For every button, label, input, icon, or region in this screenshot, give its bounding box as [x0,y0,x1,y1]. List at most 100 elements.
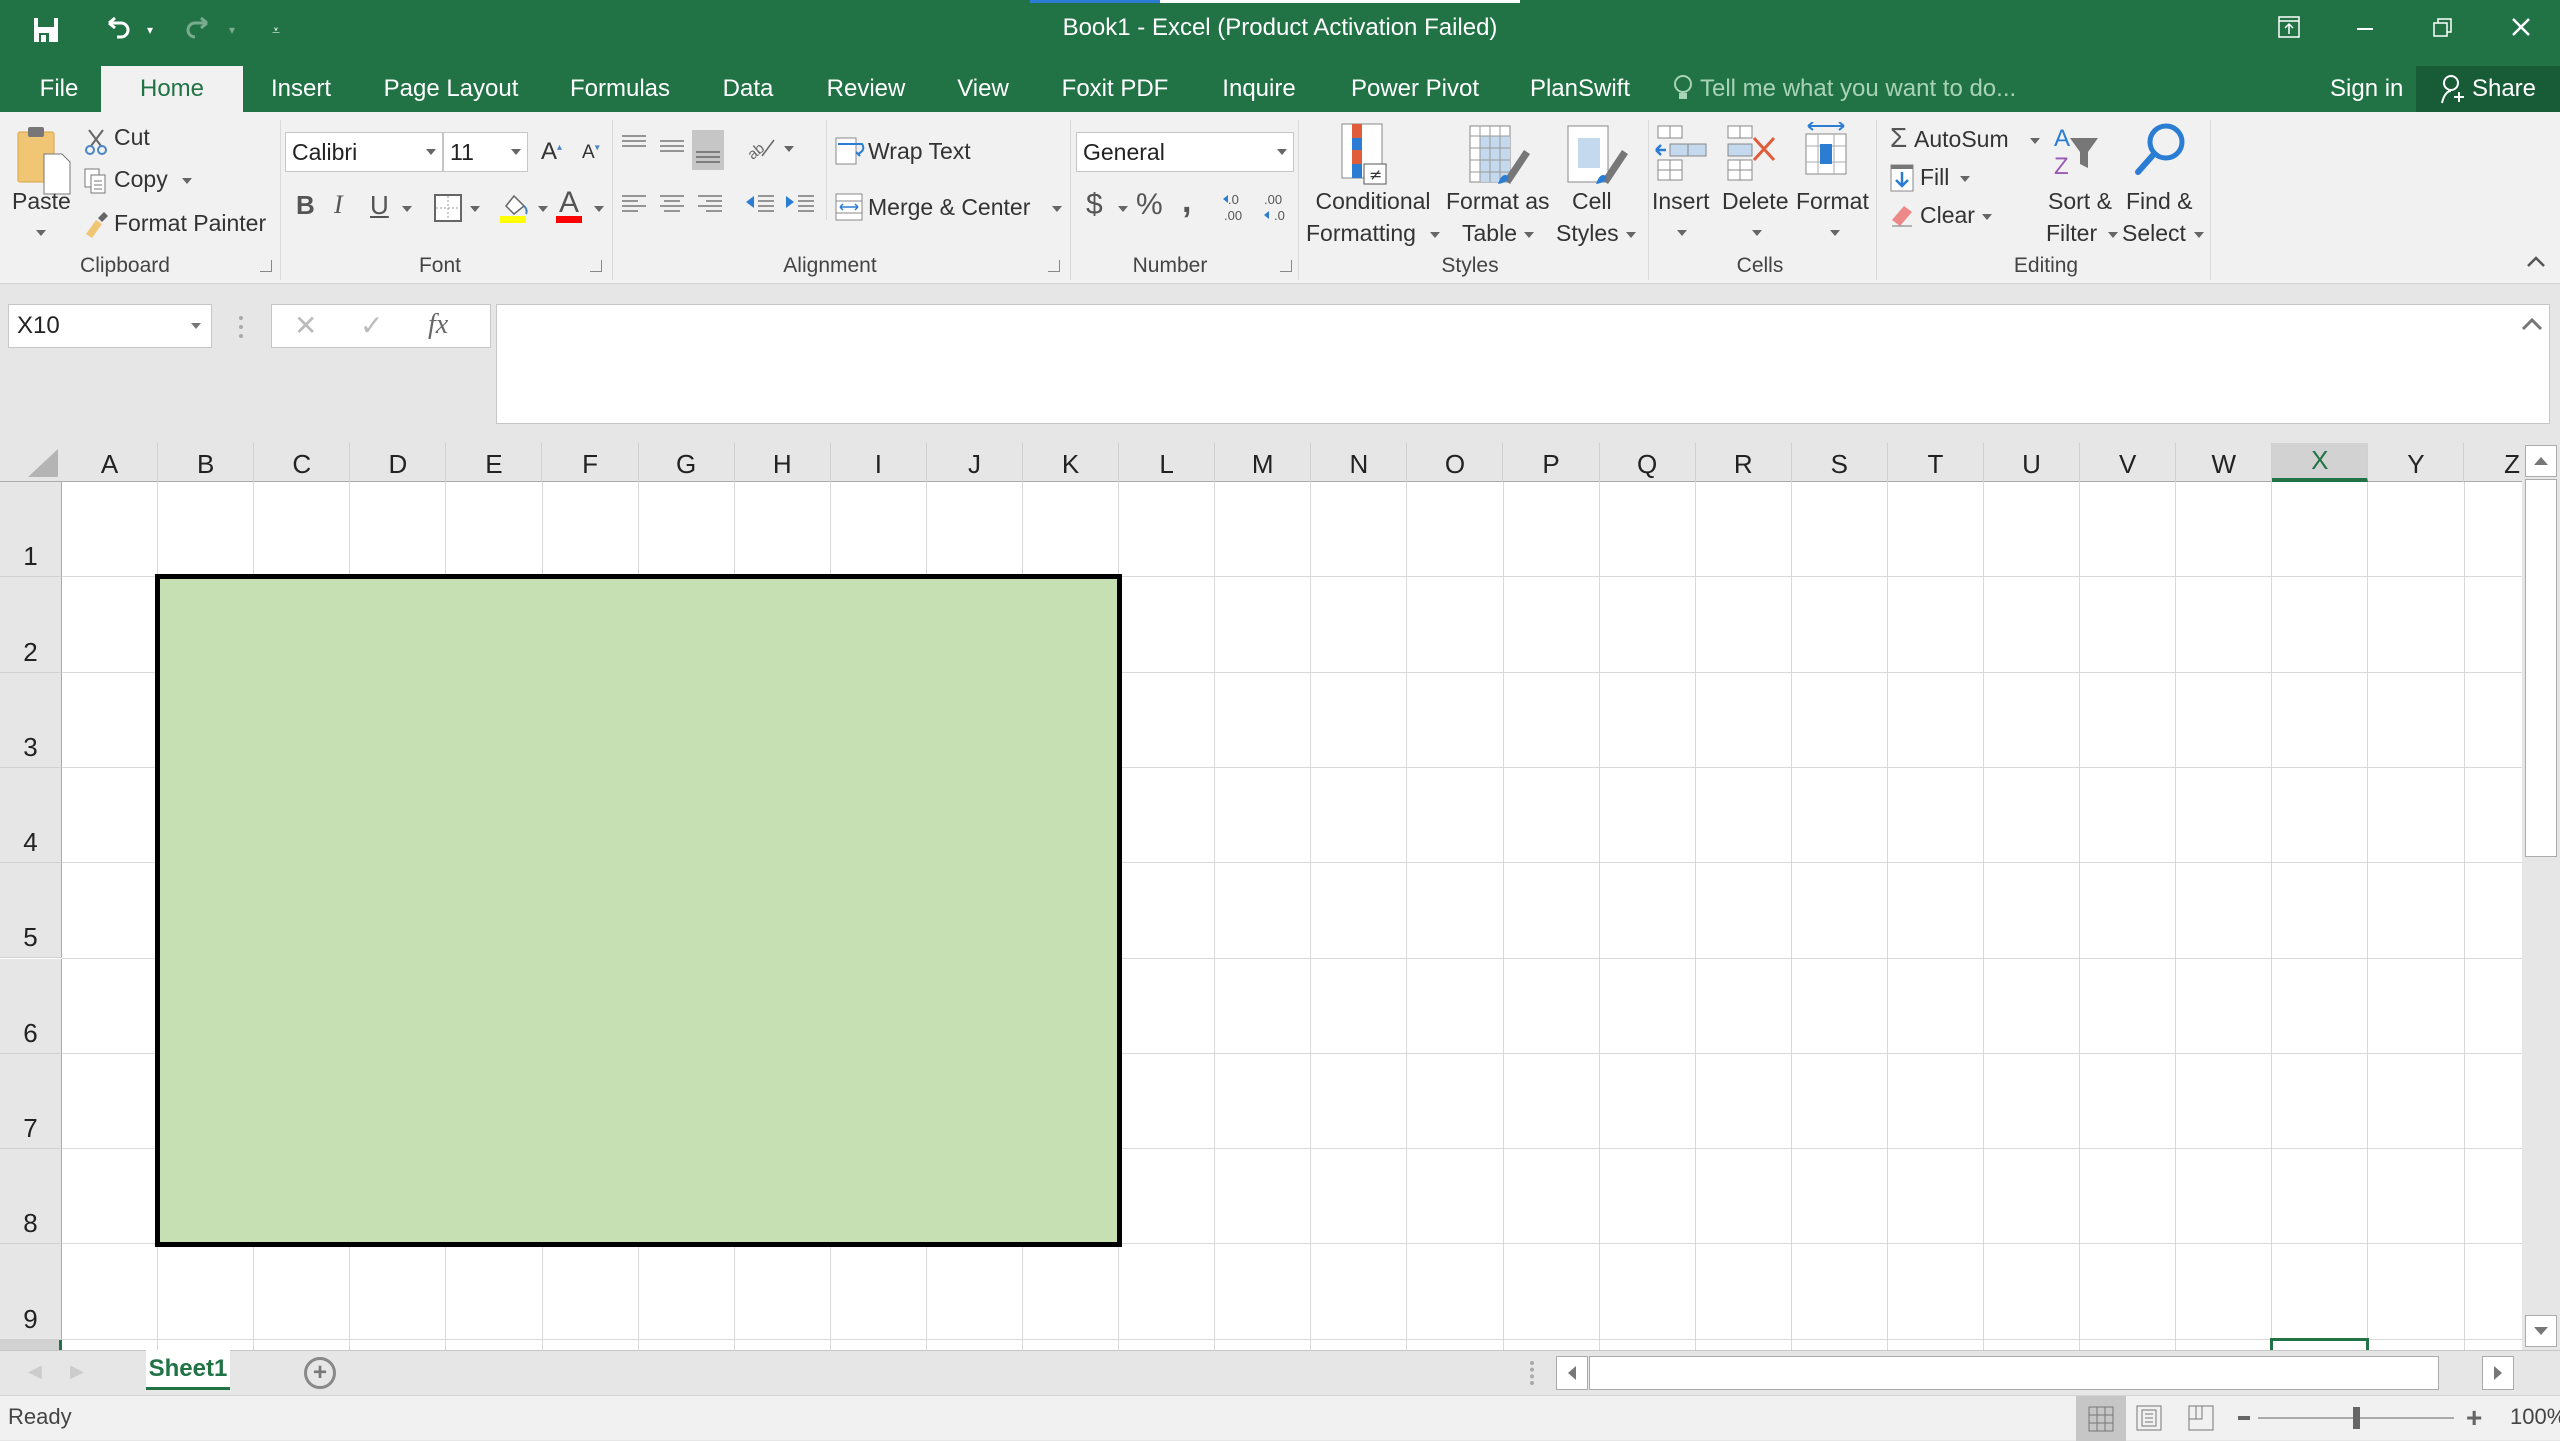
tab-formulas[interactable]: Formulas [554,66,686,112]
tab-view[interactable]: View [940,66,1026,112]
select-all-button[interactable] [0,443,62,482]
increase-indent-button[interactable] [784,190,816,223]
restore-button[interactable] [2404,0,2482,54]
insert-function-button[interactable]: fx [428,309,448,341]
scroll-down-button[interactable] [2525,1315,2557,1347]
zoom-level[interactable]: 100% [2510,1404,2560,1430]
normal-view-button[interactable] [2076,1396,2126,1441]
zoom-in-button[interactable]: + [2466,1404,2482,1432]
zoom-slider-thumb[interactable] [2353,1407,2360,1429]
comma-style-button[interactable]: , [1182,182,1191,221]
column-header-t[interactable]: T [1888,443,1984,482]
page-layout-view-button[interactable] [2136,1405,2162,1436]
insert-cells-label[interactable]: Insert [1652,188,1710,215]
bold-button[interactable]: B [296,190,315,221]
underline-button[interactable]: U [370,190,389,221]
column-header-u[interactable]: U [1984,443,2081,482]
row-header-9[interactable]: 9 [0,1244,62,1340]
cell-styles-label-2[interactable]: Styles [1556,220,1619,247]
filled-range-b2-k8[interactable] [155,574,1123,1248]
sort-filter-button[interactable]: AZ [2054,124,2102,187]
find-select-button[interactable] [2132,120,2188,185]
format-cells-label[interactable]: Format [1796,188,1869,215]
minimize-button[interactable] [2326,0,2404,54]
row-header-4[interactable]: 4 [0,767,62,864]
vertical-scrollbar[interactable] [2522,443,2560,1350]
enter-formula-button[interactable]: ✓ [360,309,383,342]
format-as-table-button[interactable] [1468,124,1532,191]
column-header-k[interactable]: K [1023,443,1120,482]
sort-filter-label-1[interactable]: Sort & [2048,188,2112,215]
find-select-dropdown[interactable] [2194,232,2204,238]
increase-decimal-button[interactable]: .0.00 [1222,190,1254,229]
sign-in-link[interactable]: Sign in [2330,66,2403,112]
sort-filter-label-2[interactable]: Filter [2046,220,2097,247]
decrease-indent-button[interactable] [744,190,776,223]
column-header-y[interactable]: Y [2368,443,2465,482]
previous-sheet-button[interactable]: ◀ [28,1361,42,1382]
zoom-slider[interactable] [2258,1407,2454,1429]
row-header-1[interactable]: 1 [0,482,62,578]
conditional-formatting-label-2[interactable]: Formatting [1306,220,1416,247]
row-header-6[interactable]: 6 [0,958,62,1054]
decrease-font-size-button[interactable]: A▾ [582,142,600,164]
vertical-scroll-thumb[interactable] [2525,479,2557,857]
column-header-f[interactable]: F [543,443,639,482]
decrease-decimal-button[interactable]: .00.0 [1262,190,1294,229]
scroll-up-button[interactable] [2525,445,2557,477]
column-header-g[interactable]: G [639,443,735,482]
tab-review[interactable]: Review [814,66,918,112]
column-header-z[interactable]: Z [2465,443,2523,482]
clipboard-dialog-launcher[interactable] [260,260,272,272]
horizontal-scroll-thumb[interactable] [1589,1356,2439,1390]
fill-dropdown[interactable] [1960,176,1970,182]
close-button[interactable] [2482,0,2560,54]
column-header-c[interactable]: C [254,443,351,482]
accounting-format-button[interactable]: $ [1086,188,1103,222]
formula-bar-resize-handle[interactable] [239,316,243,338]
tab-inquire[interactable]: Inquire [1206,66,1312,112]
underline-dropdown[interactable] [402,206,412,212]
column-header-v[interactable]: V [2080,443,2177,482]
paste-dropdown[interactable] [36,230,46,236]
format-as-table-label-2[interactable]: Table [1462,220,1517,247]
column-header-a[interactable]: A [62,443,159,482]
column-header-n[interactable]: N [1311,443,1408,482]
tab-home[interactable]: Home [101,66,243,112]
number-format-combo[interactable]: General [1076,132,1294,172]
row-header-3[interactable]: 3 [0,672,62,768]
column-header-h[interactable]: H [735,443,831,482]
delete-cells-button[interactable] [1726,124,1782,187]
collapse-ribbon-button[interactable] [2526,254,2546,275]
font-name-combo[interactable]: Calibri [285,132,443,172]
fill-color-button[interactable] [500,190,530,229]
accounting-format-dropdown[interactable] [1118,206,1128,212]
active-cell-x10[interactable] [2270,1337,2370,1350]
orientation-button[interactable]: ab [744,134,784,165]
find-select-label-2[interactable]: Select [2122,220,2186,247]
format-as-table-label-1[interactable]: Format as [1446,188,1550,215]
format-as-table-dropdown[interactable] [1524,232,1534,238]
borders-dropdown[interactable] [470,206,480,212]
font-name-dropdown[interactable] [426,149,436,155]
column-header-p[interactable]: P [1504,443,1600,482]
conditional-formatting-dropdown[interactable] [1430,232,1440,238]
column-header-r[interactable]: R [1696,443,1792,482]
collapse-formula-bar-icon[interactable] [2521,317,2543,331]
paste-button[interactable] [14,124,72,196]
page-break-preview-button[interactable] [2188,1405,2214,1436]
italic-button[interactable]: I [334,190,343,220]
cancel-formula-button[interactable]: ✕ [294,309,317,342]
borders-button[interactable] [434,194,462,227]
number-dialog-launcher[interactable] [1280,260,1292,272]
increase-font-size-button[interactable]: A▴ [541,138,562,166]
tell-me-search[interactable]: Tell me what you want to do... [1672,66,2016,112]
delete-cells-label[interactable]: Delete [1722,188,1788,215]
find-select-label-1[interactable]: Find & [2126,188,2192,215]
ribbon-display-options-button[interactable] [2250,0,2328,54]
name-box-dropdown[interactable] [191,323,201,329]
bottom-align-button[interactable] [692,130,724,170]
column-header-l[interactable]: L [1119,443,1216,482]
delete-cells-dropdown[interactable] [1752,230,1762,236]
formula-input[interactable] [496,304,2550,424]
